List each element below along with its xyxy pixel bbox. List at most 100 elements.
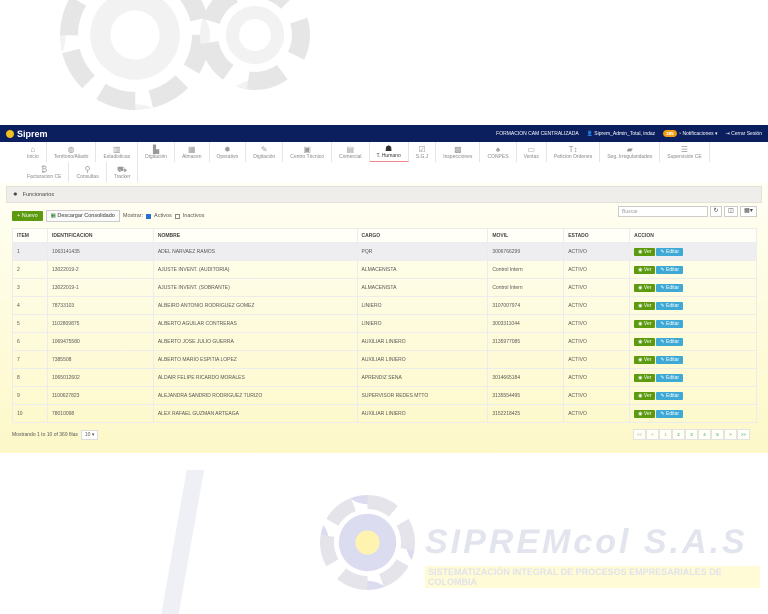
brand-logo[interactable]: Siprem xyxy=(6,129,48,139)
menu-item-s-g-j[interactable]: ☑ S.G.J xyxy=(409,142,437,162)
edit-button[interactable]: ✎ Editar xyxy=(656,301,684,310)
column-header[interactable]: NOMBRE xyxy=(152,228,358,243)
view-button[interactable]: ◉ Ver xyxy=(634,247,656,256)
edit-icon: ✎ xyxy=(660,320,665,327)
cell-mobile: 3135554495 xyxy=(487,386,565,405)
search-input[interactable]: Buscar xyxy=(618,206,708,217)
menu-item-territorio-aliado[interactable]: ◍ Territorio/Aliado xyxy=(47,142,97,162)
view-button[interactable]: ◉ Ver xyxy=(634,301,656,310)
menu-item-peticion-ordenes[interactable]: T↕ Peticion Ordenes xyxy=(547,142,601,162)
columns-icon: ▦▾ xyxy=(744,208,753,214)
menu-item-seg-irregularidades[interactable]: ▰ Seg. Irregularidades xyxy=(600,142,661,162)
cell-name: ALBERTO JOSE JULIO GUERRA xyxy=(152,332,358,351)
edit-button[interactable]: ✎ Editar xyxy=(656,283,684,292)
menu-item-inspecciones[interactable]: ▩ Inspecciones xyxy=(436,142,481,162)
cell-item: 9 xyxy=(12,386,48,405)
menu-item-supervisi-n-ce[interactable]: ☰ Supervisión CE xyxy=(660,142,710,162)
edit-label: Editar xyxy=(666,284,680,291)
column-header[interactable]: ITEM xyxy=(12,228,48,243)
columns-dropdown-button[interactable]: ▦▾ xyxy=(740,206,757,217)
menu-item-operativo[interactable]: ✹ Operativo xyxy=(210,142,247,162)
cell-status: ACTIVO xyxy=(563,386,631,405)
view-button[interactable]: ◉ Ver xyxy=(634,391,656,400)
briefcase-icon: ▤ xyxy=(346,144,355,154)
page-button[interactable]: << xyxy=(633,429,646,440)
menu-item-inicio[interactable]: ⌂ Inicio xyxy=(20,142,47,162)
edit-button[interactable]: ✎ Editar xyxy=(656,247,684,256)
page-button[interactable]: 1 xyxy=(659,429,672,440)
menu-item-label: Ventas xyxy=(523,153,539,160)
view-button[interactable]: ◉ Ver xyxy=(634,337,656,346)
menu-item-centro-t-cnico[interactable]: ▣ Centro Técnico xyxy=(283,142,333,162)
cell-actions: ◉ Ver ✎ Editar xyxy=(629,314,757,333)
menu-item-tracker[interactable]: ⛟ Tracker xyxy=(107,162,139,182)
users-icon: ☗ xyxy=(385,144,393,153)
cell-mobile: Control Intern xyxy=(487,260,565,279)
notifications-label: Notificaciones xyxy=(682,130,714,137)
download-consolidated-button[interactable]: ▦ Descargar Consolidado xyxy=(45,210,120,222)
refresh-button[interactable]: ↻ xyxy=(710,206,722,217)
logout-link[interactable]: ⇥ Cerrar Sesión xyxy=(726,131,762,137)
menu-item-comercial[interactable]: ▤ Comercial xyxy=(332,142,370,162)
menu-item-almacen[interactable]: ▦ Almacen xyxy=(175,142,210,162)
cell-identification: 1102809875 xyxy=(46,314,154,333)
column-header[interactable]: IDENTIFICACION xyxy=(46,228,154,243)
inactive-checkbox[interactable] xyxy=(174,213,180,219)
page-button[interactable]: 5 xyxy=(711,429,724,440)
cart-icon: ▦ xyxy=(188,144,196,154)
edit-button[interactable]: ✎ Editar xyxy=(656,337,684,346)
page-button[interactable]: > xyxy=(724,429,737,440)
menu-item-label: Almacen xyxy=(182,153,202,160)
menu-item-t-humano[interactable]: ☗ T. Humano xyxy=(369,142,409,162)
active-checkbox[interactable] xyxy=(146,213,152,219)
cell-actions: ◉ Ver ✎ Editar xyxy=(629,386,757,405)
view-button[interactable]: ◉ Ver xyxy=(634,409,656,418)
menu-item-digitaci-n[interactable]: ▙ Digitación xyxy=(138,142,176,162)
edit-icon: ✎ xyxy=(660,410,665,417)
page-size-select[interactable]: 10 ▾ xyxy=(80,430,99,440)
eye-icon: ◉ xyxy=(638,302,643,309)
page-button[interactable]: >> xyxy=(737,429,750,440)
view-button[interactable]: ◉ Ver xyxy=(634,355,656,364)
column-header[interactable]: CARGO xyxy=(356,228,489,243)
user-menu[interactable]: 👤 Siprem_Admin_Total, indaz xyxy=(587,131,656,137)
page-button[interactable]: 2 xyxy=(672,429,685,440)
menu-item-consultas[interactable]: ⚲ Consultas xyxy=(69,162,107,182)
cell-name: ALBERTO AGUILAR CONTRERAS xyxy=(152,314,358,333)
edit-button[interactable]: ✎ Editar xyxy=(656,391,684,400)
menu-item-estadisticas[interactable]: ▥ Estadisticas xyxy=(96,142,139,162)
menu-item-facturacion-ce[interactable]: ₿ Facturacion CE xyxy=(20,162,70,182)
column-header[interactable]: MOVIL xyxy=(487,228,565,243)
menu-item-conpes[interactable]: ♠ CONPES xyxy=(480,142,517,162)
edit-label: Editar xyxy=(666,356,680,363)
search-icon: ⚲ xyxy=(84,164,91,174)
edit-button[interactable]: ✎ Editar xyxy=(656,409,684,418)
page-button[interactable]: 4 xyxy=(698,429,711,440)
column-header[interactable]: ESTADO xyxy=(563,228,631,243)
cell-mobile: 3006766299 xyxy=(487,242,565,261)
view-button[interactable]: ◉ Ver xyxy=(634,319,656,328)
new-button[interactable]: + Nuevo xyxy=(12,211,43,221)
edit-button[interactable]: ✎ Editar xyxy=(656,319,684,328)
edit-icon: ✎ xyxy=(660,284,665,291)
edit-button[interactable]: ✎ Editar xyxy=(656,355,684,364)
menu-item-ventas[interactable]: ▭ Ventas xyxy=(517,142,547,162)
edit-button[interactable]: ✎ Editar xyxy=(656,373,684,382)
eye-icon: ◉ xyxy=(638,374,643,381)
notifications-menu[interactable]: 385 ◔ Notificaciones ▾ xyxy=(663,129,718,137)
page-button[interactable]: 3 xyxy=(685,429,698,440)
view-button[interactable]: ◉ Ver xyxy=(634,265,656,274)
cell-identification: 1100627823 xyxy=(46,386,154,405)
view-button[interactable]: ◉ Ver xyxy=(634,373,656,382)
view-button[interactable]: ◉ Ver xyxy=(634,283,656,292)
edit-button[interactable]: ✎ Editar xyxy=(656,265,684,274)
cell-identification: 78733103 xyxy=(46,296,154,315)
column-header[interactable]: ACCION xyxy=(629,228,757,243)
view-label: Ver xyxy=(643,266,652,273)
page-button[interactable]: < xyxy=(646,429,659,440)
cell-actions: ◉ Ver ✎ Editar xyxy=(629,350,757,369)
cell-status: ACTIVO xyxy=(563,350,631,369)
toggle-view-button[interactable]: ◫ xyxy=(724,206,738,217)
panel-title: Funcionarios xyxy=(22,191,55,198)
menu-item-digitaci-n[interactable]: ✎ Digitación xyxy=(246,142,284,162)
